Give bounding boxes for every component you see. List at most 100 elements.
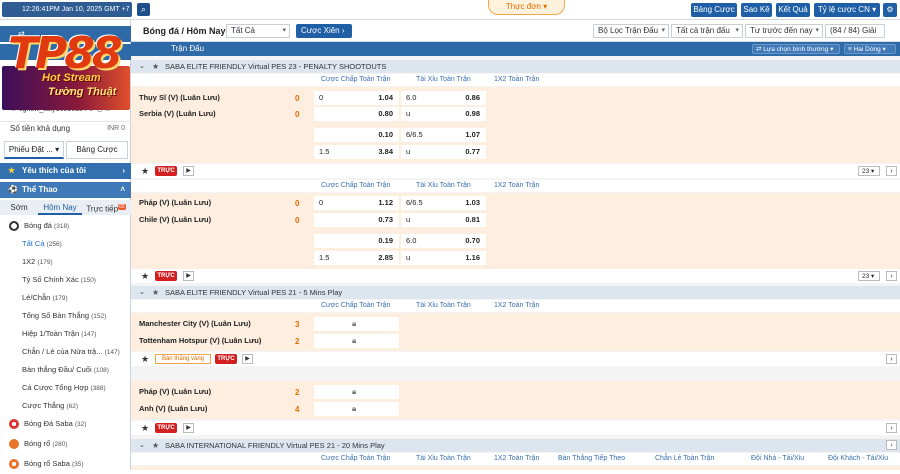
league-header[interactable]: ⌄ ★ SABA INTERNATIONAL FRIENDLY Virtual …	[131, 439, 900, 452]
results-button[interactable]: Kết Quả	[776, 3, 810, 17]
settings-icon[interactable]: ⚙	[883, 3, 897, 17]
odds-cell[interactable]: 1.5 3.84	[314, 145, 399, 159]
sidebar-item-total-goals[interactable]: Tổng Số Bàn Thắng (152)	[0, 307, 131, 325]
league-header[interactable]: ⌄ ★ SABA ELITE FRIENDLY Virtual PES 23 -…	[131, 60, 900, 73]
away-score: 2	[295, 337, 300, 346]
live-badge[interactable]: TRỰC	[155, 423, 177, 433]
page-title: Bóng đá / Hôm Nay	[143, 26, 226, 36]
star-icon[interactable]: ★	[152, 60, 159, 73]
more-bets-count[interactable]: 23 ▾	[858, 271, 880, 281]
golden-goal-tag: Bàn thắng vàng	[155, 354, 211, 364]
star-icon[interactable]: ★	[152, 439, 159, 452]
chevron-right-icon[interactable]: ›	[886, 166, 897, 176]
odds-view-select[interactable]: ⇄ Lựa chọn bình thường ▾	[752, 44, 840, 54]
sidebar-item-correct-score[interactable]: Tỷ Số Chính Xác (150)	[0, 271, 131, 289]
market-filter-select[interactable]: Tất Cả ▾	[226, 24, 290, 38]
odds-cell[interactable]: 0.10	[314, 128, 399, 142]
sidebar-item-1x2[interactable]: 1X2 (179)	[0, 253, 131, 271]
bet-list-tab[interactable]: Bảng Cược	[66, 141, 128, 159]
away-score: 0	[295, 216, 300, 225]
chevron-down-icon[interactable]: ⌄	[139, 60, 145, 73]
odds-cell[interactable]: 0.73	[314, 213, 399, 227]
play-icon[interactable]: ▶	[183, 271, 194, 281]
odds-cell[interactable]: 6/6.5 1.03	[401, 196, 486, 210]
chevron-down-icon[interactable]: ⌄	[139, 286, 145, 299]
chevron-right-icon[interactable]: ›	[886, 440, 897, 450]
bet-list-button[interactable]: Bảng Cược	[691, 3, 737, 17]
chevron-right-icon[interactable]: ›	[886, 271, 897, 281]
play-icon[interactable]: ▶	[183, 166, 194, 176]
odds-cell[interactable]: u 0.98	[401, 107, 486, 121]
sidebar-item-all[interactable]: Tất Cả (256)	[0, 235, 131, 253]
saba-basketball-icon	[9, 459, 19, 469]
search-icon[interactable]: ⌕	[137, 3, 150, 16]
odds-cell[interactable]: 0 1.04	[314, 91, 399, 105]
sidebar-item-first-last-goal[interactable]: Bàn thắng Đầu/ Cuối (108)	[0, 361, 131, 379]
live-badge[interactable]: TRỰC	[155, 166, 177, 176]
odds-cell: 🔒︎	[314, 385, 399, 399]
bet-slip-tab[interactable]: Phiếu Đặt ... ▾	[4, 141, 64, 159]
odds-cell[interactable]: 6/6.5 1.07	[401, 128, 486, 142]
chevron-right-icon[interactable]: ›	[886, 423, 897, 433]
item-count: (35)	[71, 461, 84, 468]
sidebar-item-outright[interactable]: Cược Thắng (62)	[0, 397, 131, 415]
favorites-header[interactable]: ★ Yêu thích của tôi ›	[0, 163, 131, 179]
star-icon[interactable]: ★	[141, 269, 149, 283]
sidebar-item-odd-even[interactable]: Lẻ/Chẵn (179)	[0, 289, 131, 307]
tab-today[interactable]: Hôm Nay	[38, 200, 82, 215]
league-count-select[interactable]: (84 / 84) Giải	[825, 24, 885, 38]
sports-header[interactable]: ⚽ Thể Thao ˄	[0, 182, 131, 198]
parlay-button[interactable]: Cược Xiên ›	[296, 24, 352, 38]
lock-icon: 🔒︎	[352, 404, 357, 413]
odds-cell[interactable]: 0.80	[314, 107, 399, 121]
odds-cell[interactable]: 0 1.12	[314, 196, 399, 210]
sidebar-item-half-odd-even[interactable]: Chẵn / Lẻ của Nửa trậ... (147)	[0, 343, 131, 361]
chevron-down-icon: ▾	[735, 27, 739, 34]
chevron-down-icon[interactable]: ⌄	[139, 439, 145, 452]
sidebar-item-saba-basketball[interactable]: Bóng rổ Saba (35)	[0, 455, 131, 473]
sidebar-item-mix-parlay[interactable]: Cá Cược Tổng Hợp (388)	[0, 379, 131, 397]
match-block: Thụy Sĩ (V) (Luân Lưu) Serbia (V) (Luân …	[131, 87, 900, 163]
tab-live[interactable]: Trực tiếp65	[86, 200, 126, 215]
star-icon[interactable]: ★	[141, 421, 149, 435]
match-filter-select[interactable]: Bộ Lọc Trận Đấu ▾	[593, 24, 669, 38]
clock: 12:26:41PM Jan 10, 2025 GMT +7	[2, 2, 132, 17]
star-icon[interactable]: ★	[141, 352, 149, 366]
star-icon[interactable]: ★	[141, 164, 149, 178]
odds-type-button[interactable]: Tỷ lệ cược CN ▾	[814, 3, 880, 17]
league-header[interactable]: ⌄ ★ SABA ELITE FRIENDLY Virtual PES 21 -…	[131, 286, 900, 299]
chevron-right-icon[interactable]: ›	[886, 354, 897, 364]
live-badge[interactable]: TRỰC	[215, 354, 237, 364]
odds-cell[interactable]: 1.5 2.85	[314, 251, 399, 265]
item-count: (388)	[90, 385, 106, 392]
live-badge[interactable]: TRỰC	[155, 271, 177, 281]
sidebar-item-soccer[interactable]: Bóng đá (318)	[0, 217, 131, 235]
tab-early[interactable]: Sớm	[4, 200, 34, 215]
odds-cell[interactable]: u 0.81	[401, 213, 486, 227]
col-1x2: 1X2 Toàn Trận	[494, 302, 540, 309]
sidebar-item-half-full[interactable]: Hiệp 1/Toàn Trận (147)	[0, 325, 131, 343]
column-headers: Cược Chấp Toàn Trận Tài Xỉu Toàn Trận 1X…	[131, 300, 900, 312]
play-icon[interactable]: ▶	[242, 354, 253, 364]
item-count: (32)	[74, 421, 87, 428]
odds-cell[interactable]: 6.0 0.86	[401, 91, 486, 105]
star-icon[interactable]: ★	[152, 286, 159, 299]
odds-cell[interactable]: 0.19	[314, 234, 399, 248]
odds-cell[interactable]: u 0.77	[401, 145, 486, 159]
statement-button[interactable]: Sao Kê	[741, 3, 772, 17]
favorites-label: Yêu thích của tôi	[22, 166, 87, 175]
item-count: (256)	[46, 241, 62, 248]
sidebar-item-basketball[interactable]: Bóng rổ (280)	[0, 435, 131, 453]
odds-cell[interactable]: 6.0 0.70	[401, 234, 486, 248]
menu-toggle[interactable]: Thực đơn ▾	[488, 0, 565, 15]
odds-value: 0.81	[465, 215, 480, 224]
odds-cell[interactable]: u 1.16	[401, 251, 486, 265]
play-icon[interactable]: ▶	[183, 423, 194, 433]
col-home-ou: Đội Nhà - Tài/Xỉu	[751, 455, 805, 462]
all-matches-select[interactable]: Tất cả trận đấu ▾	[671, 24, 743, 38]
item-label: Lẻ/Chẵn	[22, 293, 51, 302]
sidebar-item-saba-soccer[interactable]: Bóng Đá Saba (32)	[0, 415, 131, 433]
more-bets-count[interactable]: 23 ▾	[858, 166, 880, 176]
row-mode-select[interactable]: ≡ Hai Dòng ▾	[844, 44, 896, 54]
sort-select[interactable]: Tư trước đến nay ▾	[745, 24, 823, 38]
